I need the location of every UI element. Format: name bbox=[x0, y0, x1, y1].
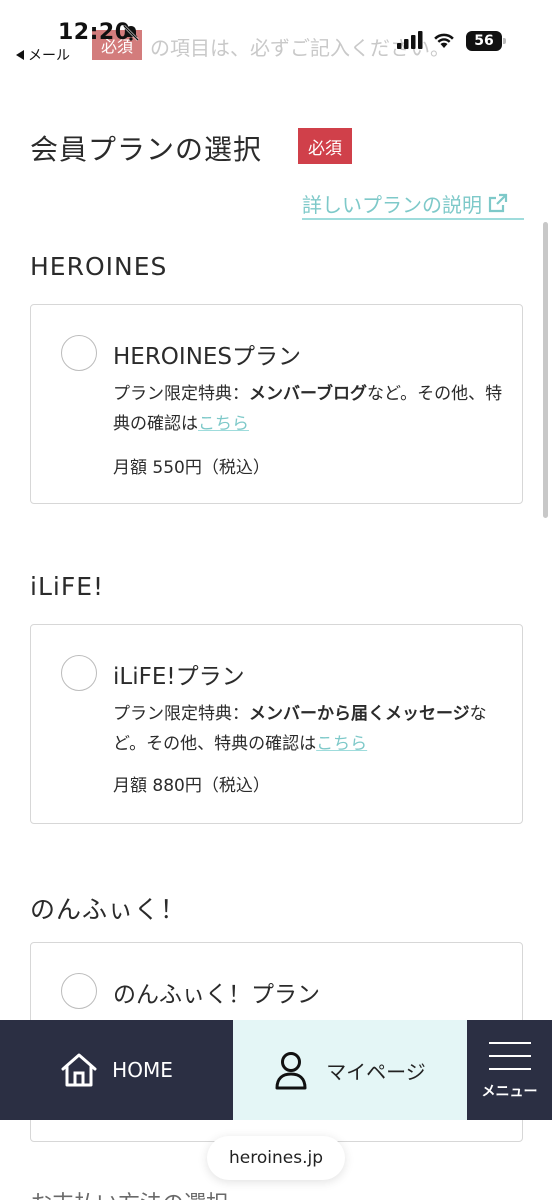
plan-price: 月額 880円（税込） bbox=[113, 776, 270, 796]
plan-radio-heroines[interactable] bbox=[61, 335, 97, 371]
battery-indicator: 56 bbox=[466, 31, 506, 51]
home-icon bbox=[61, 1053, 97, 1087]
benefit-highlight: メンバーから届くメッセージ bbox=[249, 704, 470, 724]
benefit-highlight: メンバーブログ bbox=[249, 384, 367, 404]
browser-url-bar[interactable]: heroines.jp bbox=[207, 1136, 345, 1180]
group-title-heroines: HEROINES bbox=[30, 252, 168, 281]
plan-radio-ilife[interactable] bbox=[61, 655, 97, 691]
cellular-signal-icon bbox=[397, 31, 423, 49]
benefit-prefix: プラン限定特典： bbox=[113, 704, 249, 724]
required-badge: 必須 bbox=[298, 128, 352, 164]
page-scrollbar[interactable] bbox=[543, 222, 548, 518]
nav-menu-label: メニュー bbox=[481, 1084, 538, 1100]
nav-home-label: HOME bbox=[112, 1058, 173, 1082]
plan-name: HEROINESプラン bbox=[113, 344, 302, 370]
group-title-ilife: iLiFE! bbox=[30, 572, 105, 601]
back-link-label: メール bbox=[28, 48, 70, 64]
nav-home-button[interactable]: HOME bbox=[0, 1020, 233, 1120]
back-to-mail-link[interactable]: メール bbox=[16, 45, 70, 65]
plan-benefit-text: プラン限定特典：メンバーから届くメッセージなど。その他、特典の確認はこちら bbox=[113, 699, 503, 759]
plan-card-heroines[interactable]: HEROINESプラン プラン限定特典：メンバーブログなど。その他、特典の確認は… bbox=[30, 304, 523, 504]
benefit-prefix: プラン限定特典： bbox=[113, 384, 249, 404]
plan-name: のんふぃく！プラン bbox=[113, 982, 320, 1008]
status-time: 12:20 bbox=[58, 20, 131, 45]
next-section-title-peek: お支払い方法の選択 bbox=[30, 1186, 228, 1200]
user-icon bbox=[275, 1052, 307, 1090]
plan-card-ilife[interactable]: iLiFE!プラン プラン限定特典：メンバーから届くメッセージなど。その他、特典… bbox=[30, 624, 523, 824]
wifi-icon bbox=[434, 33, 454, 48]
benefit-details-link[interactable]: こちら bbox=[198, 414, 249, 434]
bottom-nav: HOME マイページ メニュー bbox=[0, 1020, 552, 1120]
back-triangle-icon bbox=[16, 50, 24, 60]
benefit-details-link[interactable]: こちら bbox=[316, 734, 367, 754]
plan-detail-link-label: 詳しいプランの説明 bbox=[302, 192, 482, 217]
plan-radio-nonfic[interactable] bbox=[61, 973, 97, 1009]
plan-detail-link[interactable]: 詳しいプランの説明 bbox=[302, 190, 524, 220]
external-link-icon bbox=[488, 193, 508, 213]
section-title: 会員プランの選択 bbox=[30, 133, 263, 166]
plan-benefit-text: プラン限定特典：メンバーブログなど。その他、特典の確認はこちら bbox=[113, 379, 503, 439]
nav-menu-button[interactable]: メニュー bbox=[467, 1020, 552, 1120]
nav-mypage-label: マイページ bbox=[326, 1059, 426, 1084]
group-title-nonfic: のんふぃく！ bbox=[30, 895, 187, 924]
hamburger-menu-icon bbox=[488, 1042, 531, 1070]
nav-mypage-button[interactable]: マイページ bbox=[233, 1020, 467, 1120]
bell-muted-icon bbox=[123, 25, 139, 41]
plan-name: iLiFE!プラン bbox=[113, 664, 245, 690]
status-bar: メール 必須 の項目は、必ずご記入ください。 12:20 56 bbox=[0, 0, 552, 70]
plan-price: 月額 550円（税込） bbox=[113, 458, 270, 478]
